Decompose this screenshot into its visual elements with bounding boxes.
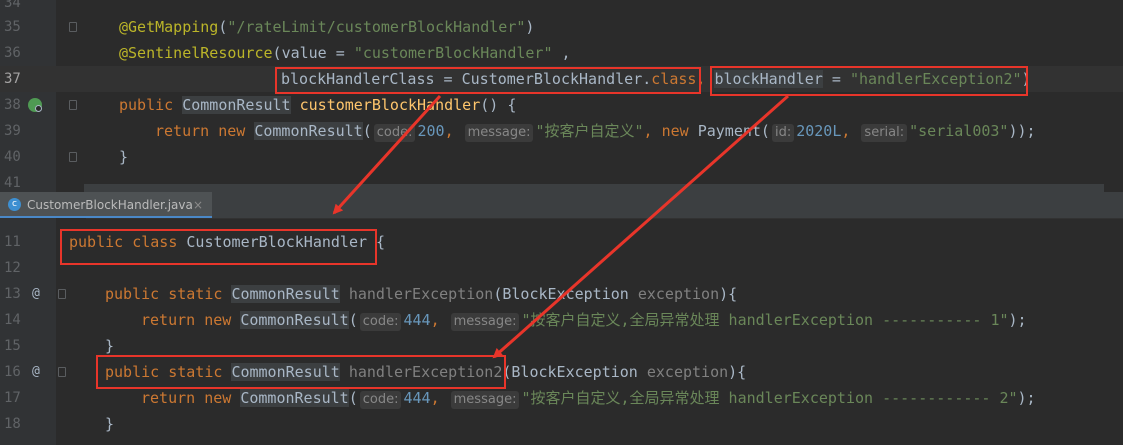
arrow-to-method (492, 94, 789, 359)
annotation-arrows (332, 94, 789, 359)
arrow-to-class (332, 94, 442, 215)
